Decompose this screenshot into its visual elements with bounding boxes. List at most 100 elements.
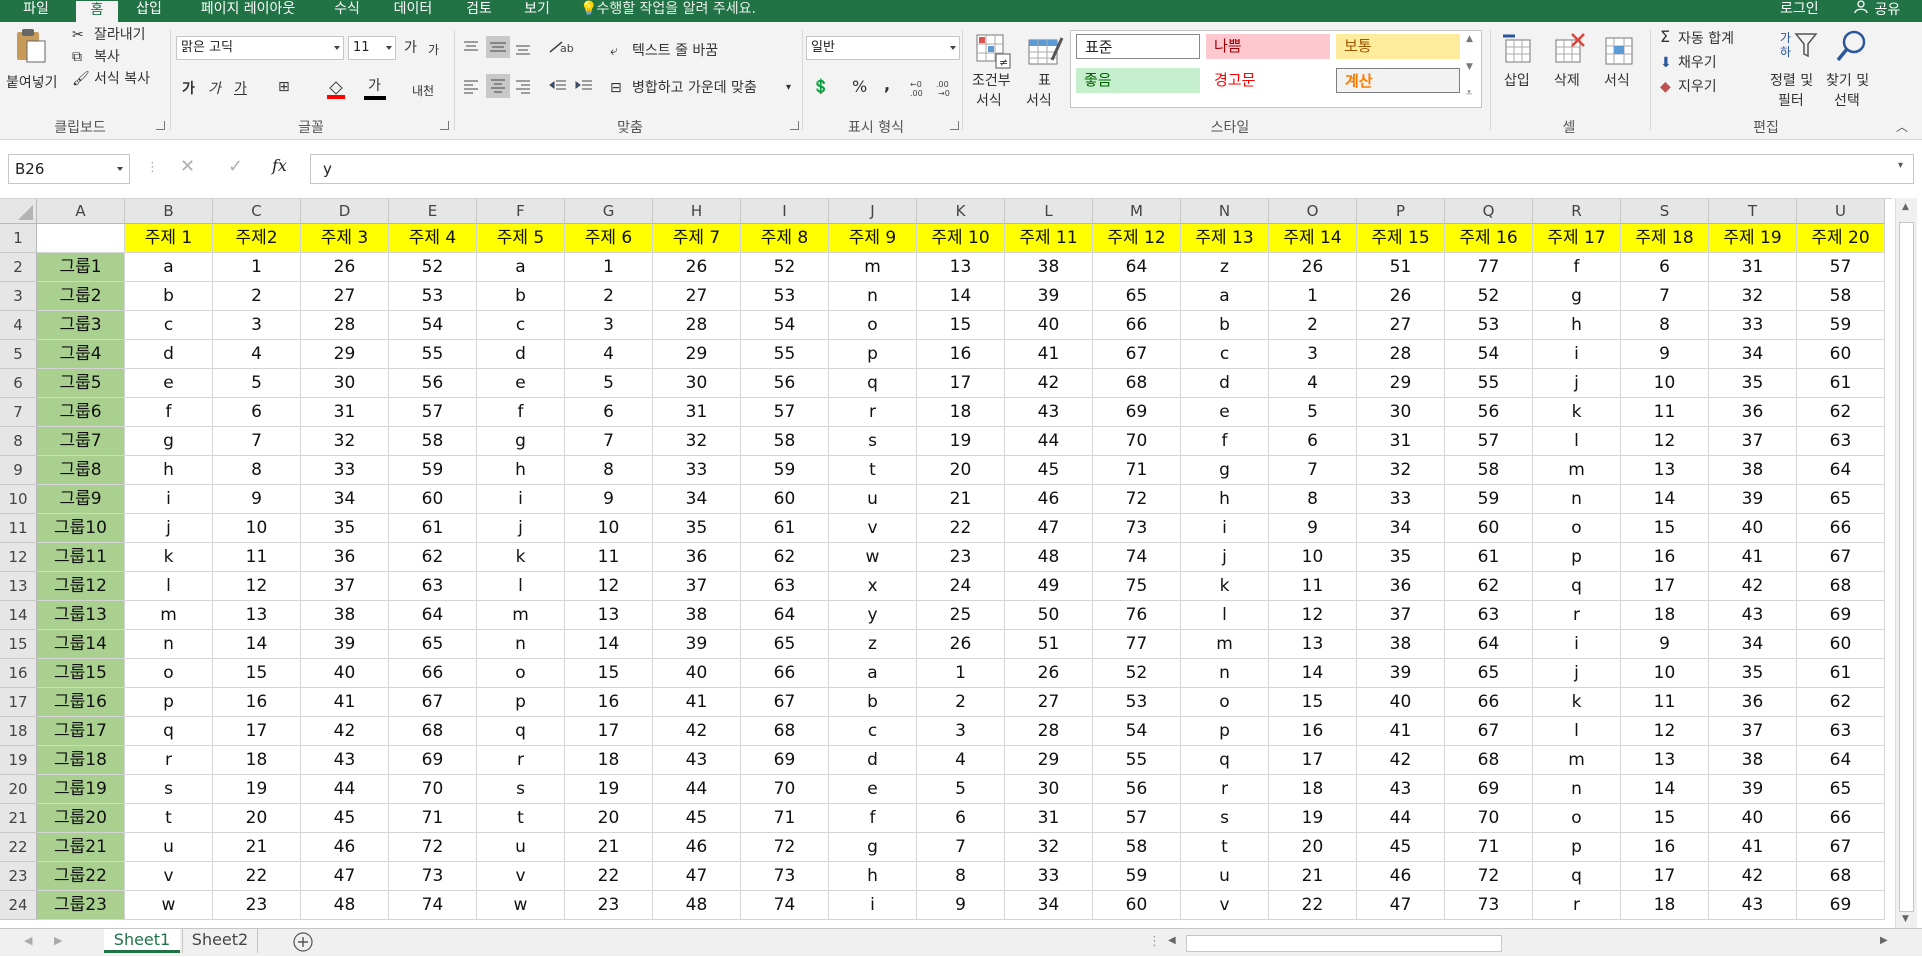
data-cell[interactable]: 35 — [1709, 659, 1797, 688]
data-cell[interactable]: 61 — [1797, 369, 1885, 398]
data-cell[interactable]: 66 — [1797, 804, 1885, 833]
header-cell[interactable]: 주제 7 — [653, 224, 741, 253]
data-cell[interactable]: 11 — [565, 543, 653, 572]
data-cell[interactable]: 17 — [565, 717, 653, 746]
group-label-cell[interactable]: 그룹22 — [37, 862, 125, 891]
data-cell[interactable]: 61 — [389, 514, 477, 543]
data-cell[interactable]: 18 — [1621, 601, 1709, 630]
data-cell[interactable]: 60 — [741, 485, 829, 514]
select-all-corner[interactable] — [0, 199, 37, 224]
data-cell[interactable]: 43 — [653, 746, 741, 775]
data-cell[interactable]: 47 — [1357, 891, 1445, 920]
data-cell[interactable]: r — [1181, 775, 1269, 804]
row-header-11[interactable]: 11 — [0, 514, 37, 543]
font-name-combo[interactable]: 맑은 고딕 — [176, 36, 344, 60]
data-cell[interactable]: d — [829, 746, 917, 775]
data-cell[interactable]: e — [477, 369, 565, 398]
data-cell[interactable]: f — [125, 398, 213, 427]
data-cell[interactable]: f — [477, 398, 565, 427]
data-cell[interactable]: 41 — [1005, 340, 1093, 369]
data-cell[interactable]: 12 — [565, 572, 653, 601]
data-cell[interactable]: q — [1533, 862, 1621, 891]
data-cell[interactable]: 42 — [1357, 746, 1445, 775]
data-cell[interactable]: m — [477, 601, 565, 630]
data-cell[interactable]: 23 — [565, 891, 653, 920]
column-header-E[interactable]: E — [389, 199, 477, 224]
data-cell[interactable]: 8 — [1621, 311, 1709, 340]
data-cell[interactable]: 69 — [389, 746, 477, 775]
data-cell[interactable]: 56 — [741, 369, 829, 398]
data-cell[interactable]: 43 — [1709, 891, 1797, 920]
header-cell[interactable]: 주제2 — [213, 224, 301, 253]
group-label-cell[interactable]: 그룹17 — [37, 717, 125, 746]
data-cell[interactable]: 35 — [301, 514, 389, 543]
data-cell[interactable]: 69 — [1445, 775, 1533, 804]
data-cell[interactable]: 71 — [1445, 833, 1533, 862]
data-cell[interactable]: v — [125, 862, 213, 891]
data-cell[interactable]: 74 — [1093, 543, 1181, 572]
data-cell[interactable]: 32 — [1709, 282, 1797, 311]
data-cell[interactable]: 40 — [1005, 311, 1093, 340]
data-cell[interactable]: 48 — [1005, 543, 1093, 572]
data-cell[interactable]: 36 — [301, 543, 389, 572]
data-cell[interactable]: 65 — [1797, 485, 1885, 514]
data-cell[interactable]: 63 — [741, 572, 829, 601]
data-cell[interactable]: c — [477, 311, 565, 340]
hscroll-left-icon[interactable]: ◀ — [1168, 935, 1176, 946]
data-cell[interactable]: o — [1533, 514, 1621, 543]
data-cell[interactable]: 35 — [1357, 543, 1445, 572]
share-button[interactable]: 공유 — [1854, 0, 1900, 20]
row-header-10[interactable]: 10 — [0, 485, 37, 514]
data-cell[interactable]: s — [477, 775, 565, 804]
data-cell[interactable]: r — [829, 398, 917, 427]
fill-color-icon[interactable] — [326, 78, 348, 104]
data-cell[interactable]: 17 — [1269, 746, 1357, 775]
data-cell[interactable]: 51 — [1005, 630, 1093, 659]
data-cell[interactable]: 12 — [1621, 717, 1709, 746]
data-cell[interactable]: s — [125, 775, 213, 804]
data-cell[interactable]: 44 — [653, 775, 741, 804]
row-header-15[interactable]: 15 — [0, 630, 37, 659]
data-cell[interactable]: 7 — [213, 427, 301, 456]
data-cell[interactable]: q — [829, 369, 917, 398]
header-cell[interactable] — [37, 224, 125, 253]
data-cell[interactable]: 62 — [389, 543, 477, 572]
data-cell[interactable]: 34 — [653, 485, 741, 514]
data-cell[interactable]: 36 — [1709, 398, 1797, 427]
data-cell[interactable]: 70 — [389, 775, 477, 804]
header-cell[interactable]: 주제 18 — [1621, 224, 1709, 253]
data-cell[interactable]: 71 — [1093, 456, 1181, 485]
data-cell[interactable]: i — [477, 485, 565, 514]
data-cell[interactable]: 34 — [1709, 630, 1797, 659]
data-cell[interactable]: 26 — [653, 253, 741, 282]
data-cell[interactable]: q — [477, 717, 565, 746]
tab-file[interactable]: 파일 — [8, 0, 64, 22]
formula-input[interactable]: y — [310, 154, 1914, 184]
data-cell[interactable]: 21 — [565, 833, 653, 862]
data-cell[interactable]: 42 — [1005, 369, 1093, 398]
data-cell[interactable]: 17 — [1621, 862, 1709, 891]
data-cell[interactable]: d — [125, 340, 213, 369]
data-cell[interactable]: 63 — [1797, 427, 1885, 456]
data-cell[interactable]: 42 — [301, 717, 389, 746]
data-cell[interactable]: 59 — [741, 456, 829, 485]
row-header-18[interactable]: 18 — [0, 717, 37, 746]
data-cell[interactable]: 39 — [301, 630, 389, 659]
row-header-2[interactable]: 2 — [0, 253, 37, 282]
group-label-cell[interactable]: 그룹8 — [37, 456, 125, 485]
data-cell[interactable]: 31 — [1709, 253, 1797, 282]
column-header-I[interactable]: I — [741, 199, 829, 224]
data-cell[interactable]: 63 — [389, 572, 477, 601]
data-cell[interactable]: d — [477, 340, 565, 369]
data-cell[interactable]: 6 — [1621, 253, 1709, 282]
data-cell[interactable]: 68 — [1797, 862, 1885, 891]
data-cell[interactable]: 34 — [1709, 340, 1797, 369]
data-cell[interactable]: t — [125, 804, 213, 833]
data-cell[interactable]: 14 — [917, 282, 1005, 311]
tab-page-layout[interactable]: 페이지 레이아웃 — [186, 0, 310, 22]
data-cell[interactable]: 77 — [1093, 630, 1181, 659]
data-cell[interactable]: 46 — [1005, 485, 1093, 514]
data-cell[interactable]: 15 — [213, 659, 301, 688]
data-cell[interactable]: y — [829, 601, 917, 630]
data-cell[interactable]: n — [1533, 485, 1621, 514]
